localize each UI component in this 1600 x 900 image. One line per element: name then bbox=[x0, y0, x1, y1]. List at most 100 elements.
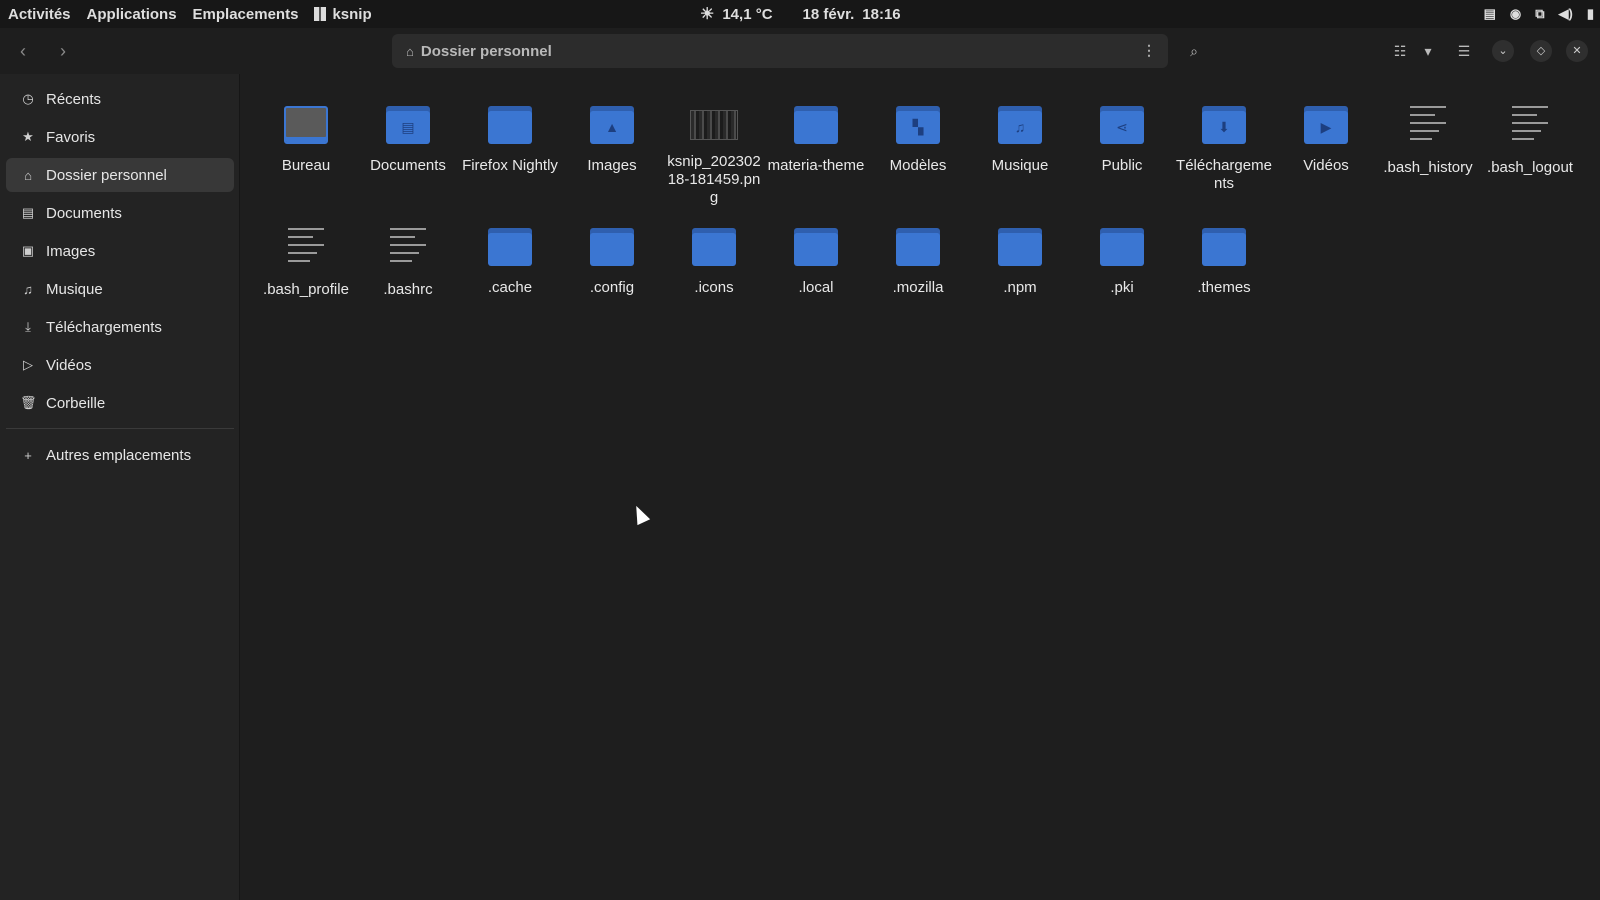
sidebar-item-label: Récents bbox=[46, 90, 102, 108]
file-item[interactable]: ▚ Modèles bbox=[868, 104, 968, 175]
volume-icon[interactable]: ◀) bbox=[1559, 6, 1573, 22]
sidebar-item-videos[interactable]: ▷ Vidéos bbox=[6, 348, 234, 382]
privacy-mask-icon[interactable]: ◉ bbox=[1510, 6, 1521, 22]
file-item[interactable]: .npm bbox=[970, 226, 1070, 297]
file-item[interactable]: Firefox Nightly bbox=[460, 104, 560, 175]
folder-templates-icon: ▚ bbox=[896, 106, 940, 144]
file-item[interactable]: materia-theme bbox=[766, 104, 866, 175]
chevron-right-icon[interactable]: › bbox=[50, 38, 76, 64]
windows-icon[interactable]: ⧉ bbox=[1535, 6, 1544, 22]
file-item[interactable]: ▲ Images bbox=[562, 104, 662, 175]
plus-icon: + bbox=[24, 447, 32, 463]
clipboard-icon[interactable]: ▤ bbox=[1484, 6, 1496, 22]
app-menu[interactable]: ksnip bbox=[314, 5, 372, 23]
sidebar-item-music[interactable]: ♫ Musique bbox=[6, 272, 234, 306]
image-icon: ▣ bbox=[21, 243, 35, 258]
file-label: Téléchargements bbox=[1176, 157, 1272, 192]
file-label: .mozilla bbox=[892, 279, 944, 296]
sidebar-item-trash[interactable]: 🗑 Corbeille bbox=[6, 386, 234, 420]
view-grid-icon[interactable]: ☷ bbox=[1388, 38, 1412, 64]
file-item[interactable]: .icons bbox=[664, 226, 764, 297]
folder-icon bbox=[590, 228, 634, 266]
sidebar-item-favorites[interactable]: ★ Favoris bbox=[6, 120, 234, 154]
desktop-folder-icon bbox=[284, 106, 328, 144]
file-label: .icons bbox=[694, 279, 734, 296]
sidebar-item-documents[interactable]: ▤ Documents bbox=[6, 196, 234, 230]
minimize-button[interactable]: ⌄ bbox=[1492, 40, 1514, 62]
chevron-left-icon[interactable]: ‹ bbox=[10, 38, 36, 64]
file-item[interactable]: .bash_profile bbox=[256, 226, 356, 299]
applications-menu[interactable]: Applications bbox=[87, 6, 177, 23]
file-label: .pki bbox=[1110, 279, 1134, 296]
folder-documents-icon: ▤ bbox=[386, 106, 430, 144]
folder-icon bbox=[488, 106, 532, 144]
sidebar-item-downloads[interactable]: ⤓ Téléchargements bbox=[6, 310, 234, 344]
sidebar-item-recents[interactable]: ◷ Récents bbox=[6, 82, 234, 116]
file-label: Firefox Nightly bbox=[462, 157, 558, 174]
file-label: Images bbox=[587, 157, 637, 174]
clock-icon: ◷ bbox=[22, 91, 34, 106]
top-bar: Activités Applications Emplacements ksni… bbox=[0, 0, 1600, 28]
file-item[interactable]: Bureau bbox=[256, 104, 356, 175]
app-name: ksnip bbox=[332, 5, 372, 23]
sidebar-item-label: Vidéos bbox=[46, 356, 92, 374]
file-label: .cache bbox=[487, 279, 533, 296]
file-item[interactable]: ksnip_20230218-181459.png bbox=[664, 104, 764, 207]
sidebar-item-other-locations[interactable]: + Autres emplacements bbox=[6, 438, 234, 472]
file-item[interactable]: ⬇ Téléchargements bbox=[1174, 104, 1274, 193]
path-bar[interactable]: ⌂ Dossier personnel ⋮ bbox=[392, 34, 1168, 68]
sidebar-item-home[interactable]: ⌂ Dossier personnel bbox=[6, 158, 234, 192]
file-label: .config bbox=[589, 279, 635, 296]
folder-icon bbox=[794, 228, 838, 266]
file-label: .themes bbox=[1197, 279, 1251, 296]
sidebar-item-label: Corbeille bbox=[46, 394, 106, 412]
battery-icon[interactable]: ▮ bbox=[1587, 6, 1594, 22]
ksnip-icon bbox=[314, 6, 327, 21]
sidebar-item-label: Dossier personnel bbox=[46, 166, 167, 184]
top-bar-menu: Activités Applications Emplacements ksni… bbox=[0, 6, 388, 23]
system-tray[interactable]: ▤ ◉ ⧉ ◀) ▮ bbox=[1484, 0, 1594, 28]
search-icon[interactable]: ⌕ bbox=[1184, 38, 1204, 64]
folder-images-icon: ▲ bbox=[590, 106, 634, 144]
file-item[interactable]: .bash_logout bbox=[1480, 104, 1580, 177]
home-icon: ⌂ bbox=[406, 43, 414, 59]
file-item[interactable]: .pki bbox=[1072, 226, 1172, 297]
file-label: materia-theme bbox=[767, 157, 865, 174]
file-item[interactable]: ▤ Documents bbox=[358, 104, 458, 175]
text-file-icon bbox=[1512, 106, 1548, 146]
sidebar-item-label: Documents bbox=[46, 204, 122, 222]
more-vertical-icon[interactable]: ⋮ bbox=[1142, 42, 1156, 59]
sidebar: ◷ Récents ★ Favoris ⌂ Dossier personnel ▤ Do… bbox=[0, 74, 240, 900]
view-options-dropdown-icon[interactable]: ▾ bbox=[1418, 38, 1438, 64]
file-label: .bash_profile bbox=[263, 281, 349, 298]
file-item[interactable]: ♫ Musique bbox=[970, 104, 1070, 175]
sidebar-item-label: Musique bbox=[46, 280, 103, 298]
clock-weather[interactable]: ☀ 14,1 °C 18 févr. 18:16 bbox=[700, 0, 901, 28]
home-icon: ⌂ bbox=[24, 167, 32, 183]
maximize-button[interactable]: ◇ bbox=[1530, 40, 1552, 62]
file-label: .bash_history bbox=[1383, 159, 1473, 176]
music-icon: ♫ bbox=[23, 281, 33, 297]
download-icon: ⤓ bbox=[25, 319, 31, 334]
folder-icon bbox=[488, 228, 532, 266]
file-item[interactable]: .bashrc bbox=[358, 226, 458, 299]
file-label: .npm bbox=[1003, 279, 1037, 296]
activities-button[interactable]: Activités bbox=[8, 6, 71, 23]
close-icon[interactable]: ✕ bbox=[1566, 40, 1588, 62]
file-item[interactable]: .config bbox=[562, 226, 662, 297]
file-label: Bureau bbox=[281, 157, 331, 174]
file-item[interactable]: .cache bbox=[460, 226, 560, 297]
file-item[interactable]: .themes bbox=[1174, 226, 1274, 297]
file-item[interactable]: ⋖ Public bbox=[1072, 104, 1172, 175]
file-item[interactable]: .local bbox=[766, 226, 866, 297]
folder-icon bbox=[1202, 228, 1246, 266]
file-item[interactable]: ▶ Vidéos bbox=[1276, 104, 1376, 175]
folder-icon bbox=[794, 106, 838, 144]
sidebar-item-images[interactable]: ▣ Images bbox=[6, 234, 234, 268]
folder-icon bbox=[1100, 228, 1144, 266]
places-menu[interactable]: Emplacements bbox=[193, 6, 299, 23]
hamburger-menu-icon[interactable]: ☰ bbox=[1452, 38, 1476, 64]
file-item[interactable]: .mozilla bbox=[868, 226, 968, 297]
header-bar: ‹ › ⌂ Dossier personnel ⋮ ⌕ ☷ ▾ ☰ ⌄ ◇ ✕ bbox=[0, 28, 1600, 74]
file-item[interactable]: .bash_history bbox=[1378, 104, 1478, 177]
